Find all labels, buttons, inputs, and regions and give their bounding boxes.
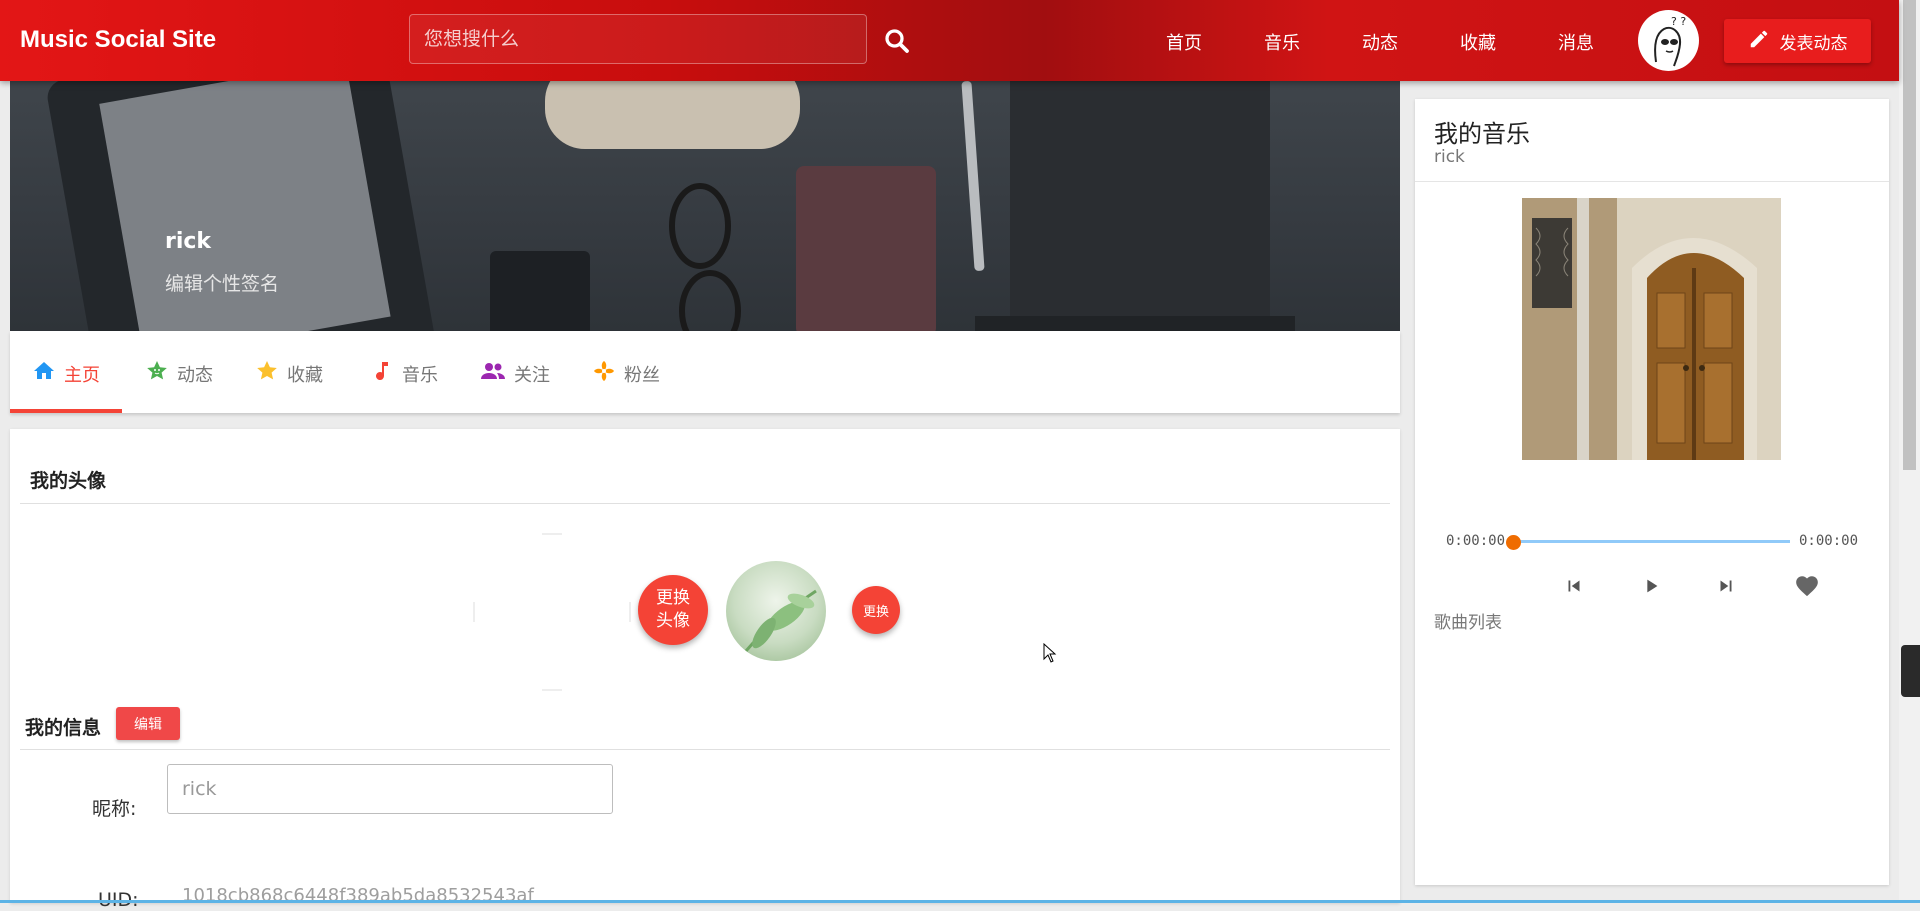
tab-fans-label: 粉丝 — [624, 364, 660, 386]
nickname-label: 昵称: — [92, 798, 137, 820]
change-avatar-label: 更换头像 — [656, 588, 690, 631]
player-divider — [1415, 181, 1889, 182]
tab-home-label: 主页 — [64, 364, 100, 386]
profile-name: rick — [165, 229, 212, 254]
current-avatar-image — [726, 561, 826, 661]
scrollbar-thumb[interactable] — [1903, 0, 1916, 470]
avatar-section-divider — [20, 503, 1390, 504]
nickname-input[interactable] — [167, 764, 613, 814]
progress-knob[interactable] — [1506, 535, 1521, 550]
album-cover — [1522, 198, 1781, 460]
nav-music[interactable]: 音乐 — [1264, 29, 1362, 55]
profile-signature[interactable]: 编辑个性签名 — [165, 269, 279, 296]
people-icon — [480, 359, 506, 388]
site-brand[interactable]: Music Social Site — [20, 26, 216, 54]
playlist-label[interactable]: 歌曲列表 — [1434, 608, 1502, 633]
change-button[interactable]: 更换 — [852, 586, 900, 634]
nav-home[interactable]: 首页 — [1166, 29, 1264, 55]
tab-feed-label: 动态 — [177, 364, 213, 386]
profile-banner: rick 编辑个性签名 — [10, 81, 1400, 331]
side-widget-tab[interactable] — [1901, 645, 1920, 697]
tab-home[interactable]: 主页 — [32, 359, 100, 388]
profile-content-card: 我的头像 更换头像 更换 我的信息 编辑 昵称: rick 1018cb868c… — [10, 429, 1400, 911]
favorite-heart-icon[interactable] — [1793, 573, 1821, 603]
change-avatar-button[interactable]: 更换头像 — [638, 575, 708, 645]
search-icon[interactable] — [882, 26, 912, 56]
tab-favorites[interactable]: 收藏 — [255, 359, 323, 388]
page-scrollbar[interactable] — [1899, 0, 1920, 903]
tab-favorites-label: 收藏 — [287, 364, 323, 386]
info-section-divider — [20, 749, 1390, 750]
progress-track[interactable] — [1514, 540, 1790, 543]
star-face-icon — [145, 359, 169, 388]
tab-music-label: 音乐 — [402, 364, 438, 386]
player-title: 我的音乐 — [1434, 120, 1530, 148]
post-status-label: 发表动态 — [1779, 33, 1848, 54]
info-section-title: 我的信息 — [25, 717, 102, 739]
total-time: 0:00:00 — [1799, 533, 1859, 549]
tab-feed[interactable]: 动态 — [145, 359, 213, 388]
svg-text:? ?: ? ? — [1671, 15, 1686, 28]
avatar-section-title: 我的头像 — [30, 470, 107, 492]
current-time: 0:00:00 — [1446, 533, 1506, 549]
edit-info-button[interactable]: 编辑 — [116, 707, 180, 740]
avatar-crop-area[interactable] — [472, 532, 632, 692]
star-icon — [255, 359, 279, 388]
main-nav: 首页 音乐 动态 收藏 消息 — [1166, 29, 1656, 55]
tab-following-label: 关注 — [514, 364, 550, 386]
home-icon — [32, 359, 56, 388]
player-subtitle: rick — [1434, 147, 1465, 167]
mouse-cursor-icon — [1043, 642, 1057, 667]
top-navbar: Music Social Site 首页 音乐 动态 收藏 消息 ? ? 发表动… — [0, 0, 1899, 81]
tab-following[interactable]: 关注 — [480, 359, 550, 388]
profile-tabs: 主页 动态 收藏 音乐 关注 粉丝 — [10, 331, 1400, 413]
tab-fans[interactable]: 粉丝 — [592, 359, 660, 388]
search-box — [409, 14, 867, 64]
fan-icon — [592, 359, 616, 388]
nav-feed[interactable]: 动态 — [1362, 29, 1460, 55]
tab-music[interactable]: 音乐 — [370, 359, 438, 388]
user-avatar[interactable]: ? ? — [1638, 10, 1699, 71]
active-tab-indicator — [10, 409, 122, 413]
play-icon[interactable] — [1640, 575, 1662, 601]
previous-track-icon[interactable] — [1563, 575, 1585, 601]
next-track-icon[interactable] — [1715, 575, 1737, 601]
music-player-panel: 我的音乐 rick 0:00:00 0:00:00 歌曲列表 — [1415, 99, 1889, 885]
pencil-icon — [1748, 28, 1770, 55]
nav-favorites[interactable]: 收藏 — [1460, 29, 1558, 55]
search-input[interactable] — [410, 15, 866, 63]
post-status-button[interactable]: 发表动态 — [1724, 19, 1871, 63]
music-note-icon — [370, 359, 394, 388]
change-label: 更换 — [862, 604, 889, 620]
